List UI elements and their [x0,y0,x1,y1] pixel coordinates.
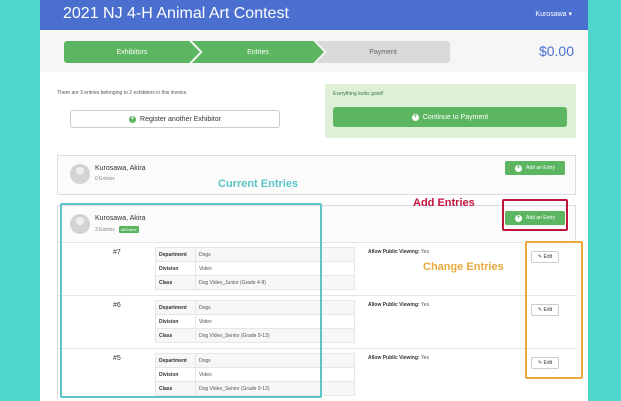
invoice-summary: There are 3 entries belonging to 2 exhib… [57,84,307,96]
app-window: 2021 NJ 4-H Animal Art Contest Kurosawa … [40,0,588,401]
step-entries[interactable]: Entries [192,41,324,63]
public-viewing-value: Yes [420,249,430,255]
public-viewing: Allow Public Viewing: Yes [368,249,429,255]
public-viewing-value: Yes [420,302,430,308]
top-navbar: 2021 NJ 4-H Animal Art Contest Kurosawa … [40,0,588,30]
continue-label: Continue to Payment [422,113,489,121]
add-entries-highlight [502,199,568,231]
register-exhibitor-label: Register another Exhibitor [140,115,221,123]
step-payment[interactable]: Payment [316,41,450,63]
add-entry-label: Add an Entry [526,165,555,171]
public-viewing: Allow Public Viewing: Yes [368,355,429,361]
exhibitor-entry-count: 0 Entries [95,176,115,182]
public-viewing-value: Yes [420,355,430,361]
plus-icon: + [129,115,137,123]
current-entries-annotation: Current Entries [218,178,299,190]
status-alert: Everything looks good! + Continue to Pay… [325,84,576,138]
public-viewing-label: Allow Public Viewing: [368,302,420,308]
avatar [70,164,90,184]
invoice-summary-text: There are 3 entries belonging to 2 exhib… [57,90,188,96]
public-viewing-label: Allow Public Viewing: [368,355,420,361]
add-entry-button[interactable]: + Add an Entry [505,161,565,175]
register-exhibitor-button[interactable]: + Register another Exhibitor [70,110,280,128]
exhibitor-panel: Kurosawa, Akira 0 Entries + Add an Entry [57,155,576,195]
invoice-total: $0.00 [538,43,574,59]
status-message: Everything looks good! [333,91,384,97]
exhibitor-name: Kurosawa, Akira [95,165,146,172]
checkout-steps: Exhibitors Entries Payment $0.00 [40,30,588,72]
app-title[interactable]: 2021 NJ 4-H Animal Art Contest [63,5,289,23]
plus-icon: + [515,164,523,172]
public-viewing: Allow Public Viewing: Yes [368,302,429,308]
continue-to-payment-button[interactable]: + Continue to Payment [333,107,567,127]
user-menu[interactable]: Kurosawa ▾ [535,10,572,18]
plus-icon: + [411,113,419,121]
change-entries-highlight [525,241,583,379]
step-exhibitors[interactable]: Exhibitors [64,41,200,63]
current-entries-highlight [60,203,322,398]
change-entries-annotation: Change Entries [423,261,504,273]
add-entries-annotation: Add Entries [413,197,475,209]
public-viewing-label: Allow Public Viewing: [368,249,420,255]
